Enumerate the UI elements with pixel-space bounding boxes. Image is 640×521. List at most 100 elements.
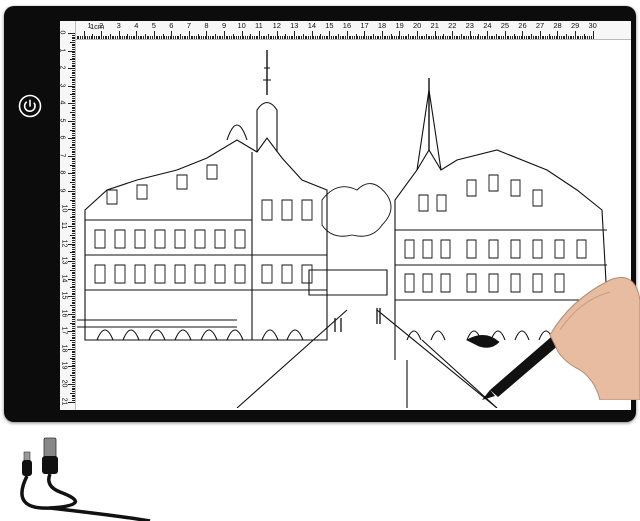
ruler-tick: [181, 36, 183, 39]
ruler-tick: [446, 36, 448, 39]
ruler-tick: [399, 31, 401, 39]
ruler-tick: [70, 147, 75, 148]
ruler-tick: [72, 378, 75, 380]
ruler-tick: [406, 36, 408, 39]
ruler-tick: [364, 31, 366, 39]
power-button[interactable]: [18, 94, 42, 118]
ruler-tick: [72, 369, 75, 371]
ruler-tick: [313, 36, 315, 39]
ruler-tick: [532, 36, 534, 39]
ruler-number-left: 9: [60, 188, 65, 192]
ruler-tick: [222, 36, 223, 39]
ruler-tick: [146, 36, 148, 39]
ruler-tick: [506, 36, 508, 39]
ruler-tick: [88, 36, 90, 39]
ruler-tick: [515, 36, 516, 39]
ruler-tick: [545, 36, 546, 39]
ruler-tick: [72, 141, 75, 143]
ruler-tick: [466, 36, 467, 39]
ruler-tick: [520, 36, 522, 39]
ruler-tick: [72, 180, 75, 182]
ruler-tick: [180, 34, 181, 39]
ruler-number-left: 2: [60, 66, 65, 70]
ruler-tick: [467, 36, 469, 39]
ruler-tick: [573, 36, 574, 39]
ruler-tick: [72, 106, 75, 108]
ruler-tick: [474, 36, 476, 39]
ruler-tick: [130, 36, 132, 39]
ruler-tick: [111, 36, 113, 39]
ruler-tick: [72, 71, 75, 73]
ruler-number-left: 4: [60, 101, 65, 105]
ruler-number-top: 3: [116, 21, 121, 30]
ruler-tick: [72, 373, 75, 375]
ruler-tick: [72, 133, 75, 134]
ruler-tick: [220, 36, 222, 39]
ruler-tick: [72, 83, 75, 85]
ruler-tick: [174, 36, 176, 39]
ruler-tick: [522, 31, 523, 39]
ruler-tick: [223, 31, 225, 39]
ruler-tick: [72, 336, 75, 338]
ruler-tick: [72, 376, 75, 378]
ruler-tick: [68, 243, 75, 245]
ruler-tick: [427, 36, 429, 39]
ruler-tick: [246, 36, 248, 39]
ruler-tick: [343, 36, 344, 39]
ruler-tick: [241, 31, 243, 39]
ruler-tick: [401, 36, 402, 39]
ruler-tick: [374, 36, 376, 39]
ruler-tick: [450, 36, 452, 39]
ruler-tick: [72, 40, 75, 41]
ruler-tick: [72, 122, 75, 124]
ruler-tick: [72, 317, 75, 318]
ruler-tick: [72, 329, 75, 331]
ruler-tick: [543, 36, 545, 39]
ruler-tick: [72, 396, 75, 397]
ruler-tick: [524, 36, 525, 39]
ruler-tick: [68, 366, 75, 368]
ruler-tick: [72, 276, 75, 278]
ruler-tick: [72, 108, 75, 110]
ruler-tick: [72, 69, 75, 71]
ruler-tick: [557, 31, 559, 39]
ruler-tick: [394, 36, 395, 39]
ruler-tick: [432, 36, 434, 39]
ruler-tick: [68, 208, 75, 210]
ruler-tick: [309, 36, 311, 39]
ruler-tick: [72, 294, 75, 296]
ruler-tick: [72, 126, 75, 127]
ruler-tick: [581, 36, 583, 39]
ruler-tick: [580, 36, 581, 39]
ruler-tick: [476, 36, 478, 39]
ruler-tick: [68, 138, 75, 139]
ruler-tick: [431, 36, 432, 39]
ruler-tick: [68, 50, 75, 52]
ruler-tick: [72, 290, 75, 292]
ruler-tick: [72, 301, 75, 303]
ruler-number-top: 28: [553, 21, 562, 30]
ruler-tick: [373, 34, 374, 39]
ruler-tick: [295, 36, 297, 39]
ruler-tick: [72, 241, 75, 243]
ruler-tick: [225, 36, 227, 39]
ruler-tick: [72, 327, 75, 329]
ruler-tick: [162, 34, 164, 39]
ruler-tick: [360, 36, 362, 39]
ruler-tick: [134, 36, 136, 39]
ruler-tick: [115, 36, 116, 39]
ruler-tick: [511, 36, 513, 39]
ruler-tick: [462, 36, 464, 39]
ruler-tick: [136, 31, 137, 39]
ruler-tick: [72, 247, 75, 248]
ruler-tick: [120, 36, 122, 39]
ruler-tick: [72, 152, 75, 154]
ruler-tick: [488, 36, 490, 39]
ruler-tick: [72, 355, 75, 357]
ruler-tick: [417, 31, 418, 39]
ruler-tick: [346, 31, 348, 39]
ruler-tick: [72, 48, 75, 50]
ruler-tick: [350, 36, 351, 39]
ruler-tick: [471, 36, 473, 39]
ruler-tick: [68, 261, 75, 262]
